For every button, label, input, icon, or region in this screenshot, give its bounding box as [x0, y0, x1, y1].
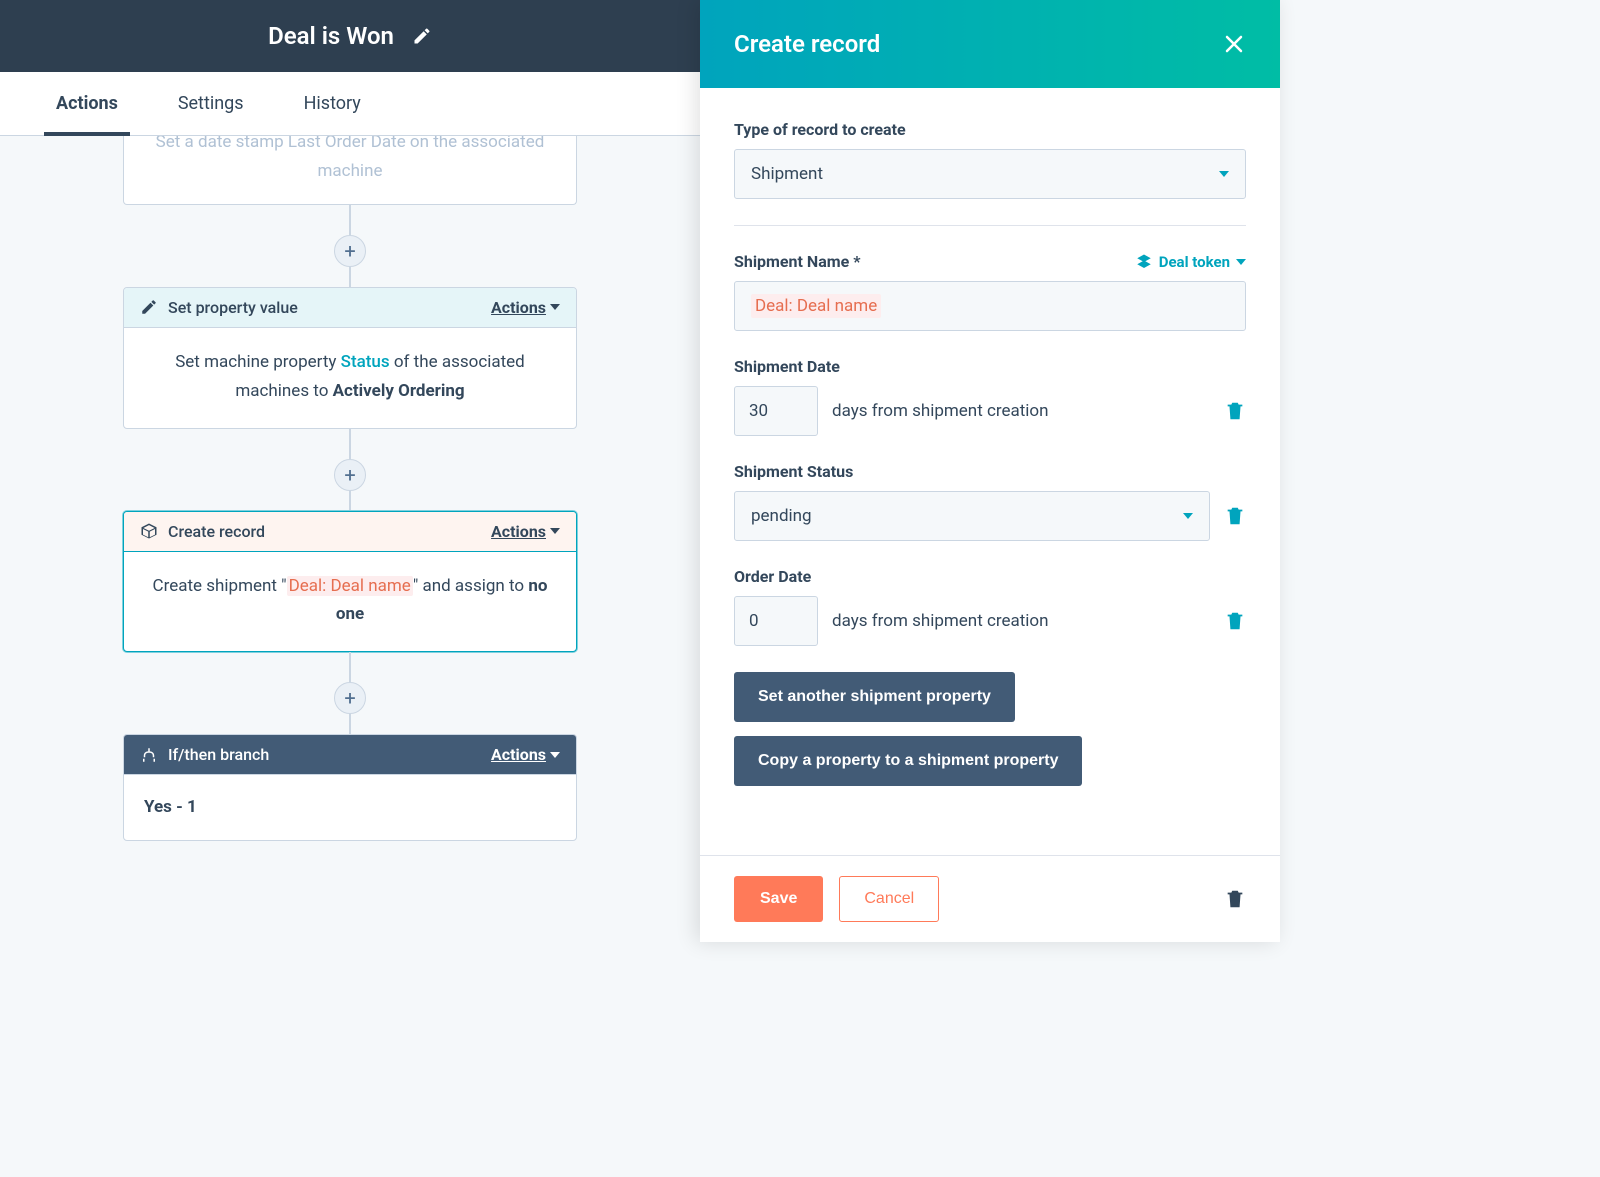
type-of-record-label: Type of record to create	[734, 120, 1246, 139]
delete-shipment-date-icon[interactable]	[1224, 400, 1246, 422]
text: " and as­sign to	[413, 576, 529, 596]
branch-icon	[140, 746, 158, 764]
connector	[349, 714, 351, 734]
property-link[interactable]: Status	[341, 352, 390, 372]
connector	[349, 267, 351, 287]
select-value: pending	[751, 506, 812, 526]
chevron-down-icon	[550, 528, 560, 534]
card-title: Set property value	[168, 298, 481, 317]
connector	[349, 491, 351, 511]
shipment-status-select[interactable]: pending	[734, 491, 1210, 541]
card-header: Create record Actions	[124, 512, 576, 552]
token-icon	[1135, 253, 1153, 271]
shipment-name-input[interactable]: Deal: Deal name	[734, 281, 1246, 331]
tab-actions[interactable]: Actions	[56, 72, 118, 135]
text: Actions	[491, 298, 546, 317]
card-header: If/then branch Actions	[124, 735, 576, 774]
add-step-button[interactable]: +	[334, 459, 366, 491]
text: Actions	[491, 522, 546, 541]
title-bar: Deal is Won	[0, 0, 700, 72]
chevron-down-icon	[1236, 259, 1246, 265]
panel-title: Create record	[734, 30, 880, 58]
shipment-name-label: Shipment Name *	[734, 252, 861, 271]
connector	[349, 429, 351, 459]
shipment-date-days-input[interactable]: 30	[734, 386, 818, 436]
order-date-suffix: days from shipment creation	[832, 611, 1210, 631]
chevron-down-icon	[1183, 513, 1193, 519]
card-title: Create record	[168, 522, 481, 541]
delete-shipment-status-icon[interactable]	[1224, 505, 1246, 527]
edit-title-icon[interactable]	[412, 26, 432, 46]
add-step-button[interactable]: +	[334, 682, 366, 714]
set-another-property-button[interactable]: Set another shipment property	[734, 672, 1015, 722]
text: Last Order Date	[288, 136, 406, 152]
text: Create shipment "	[153, 576, 287, 596]
order-date-label: Order Date	[734, 567, 1246, 586]
text: Actively Ordering	[333, 381, 465, 401]
select-value: Shipment	[751, 164, 823, 184]
card-body: Set a date stamp Last Order Date on the …	[124, 136, 576, 204]
workflow-canvas: Deal is Won Actions Settings History Set…	[0, 0, 700, 942]
order-date-days-input[interactable]: 0	[734, 596, 818, 646]
text: Actions	[491, 745, 546, 764]
shipment-date-label: Shipment Date	[734, 357, 1246, 376]
branch-label: Yes - 1	[124, 774, 576, 840]
card-header: Set property value Actions	[124, 288, 576, 327]
workflow-card-create-record[interactable]: Create record Actions Create shipment "D…	[123, 511, 577, 653]
text: Set machine property	[175, 352, 340, 372]
text: Set a date stamp	[156, 136, 288, 152]
tab-settings[interactable]: Settings	[178, 72, 244, 135]
workflow-card-datestamp[interactable]: Set a date stamp Last Order Date on the …	[123, 136, 577, 205]
token: Deal: Deal name	[287, 576, 413, 596]
workflow-title: Deal is Won	[268, 22, 394, 50]
deal-token-link[interactable]: Deal token	[1135, 253, 1246, 271]
chevron-down-icon	[550, 752, 560, 758]
save-button[interactable]: Save	[734, 876, 823, 922]
canvas[interactable]: Set a date stamp Last Order Date on the …	[0, 136, 700, 942]
shipment-date-suffix: days from shipment creation	[832, 401, 1210, 421]
type-of-record-select[interactable]: Shipment	[734, 149, 1246, 199]
edit-icon	[140, 298, 158, 316]
chevron-down-icon	[550, 304, 560, 310]
card-actions-menu[interactable]: Actions	[491, 298, 560, 317]
card-body: Set machine property Status of the assoc…	[124, 327, 576, 428]
card-body: Create shipment "Deal: Deal name" and as…	[124, 552, 576, 652]
cube-icon	[140, 522, 158, 540]
divider	[734, 225, 1246, 226]
connector	[349, 652, 351, 682]
workflow-card-set-property[interactable]: Set property value Actions Set machine p…	[123, 287, 577, 429]
panel-body: Type of record to create Shipment Shipme…	[700, 88, 1280, 855]
delete-action-icon[interactable]	[1224, 888, 1246, 910]
workflow-card-branch[interactable]: If/then branch Actions Yes - 1	[123, 734, 577, 841]
token: Deal: Deal name	[751, 294, 881, 318]
card-actions-menu[interactable]: Actions	[491, 745, 560, 764]
tab-history[interactable]: History	[304, 72, 361, 135]
card-actions-menu[interactable]: Actions	[491, 522, 560, 541]
copy-property-button[interactable]: Copy a property to a shipment property	[734, 736, 1082, 786]
chevron-down-icon	[1219, 171, 1229, 177]
delete-order-date-icon[interactable]	[1224, 610, 1246, 632]
close-icon[interactable]	[1222, 32, 1246, 56]
add-step-button[interactable]: +	[334, 235, 366, 267]
panel-header: Create record	[700, 0, 1280, 88]
tabs: Actions Settings History	[0, 72, 700, 136]
cancel-button[interactable]: Cancel	[839, 876, 939, 922]
text: Deal token	[1159, 253, 1230, 271]
create-record-panel: Create record Type of record to create S…	[700, 0, 1280, 942]
connector	[349, 205, 351, 235]
shipment-status-label: Shipment Status	[734, 462, 1246, 481]
panel-footer: Save Cancel	[700, 855, 1280, 942]
card-title: If/then branch	[168, 745, 481, 764]
